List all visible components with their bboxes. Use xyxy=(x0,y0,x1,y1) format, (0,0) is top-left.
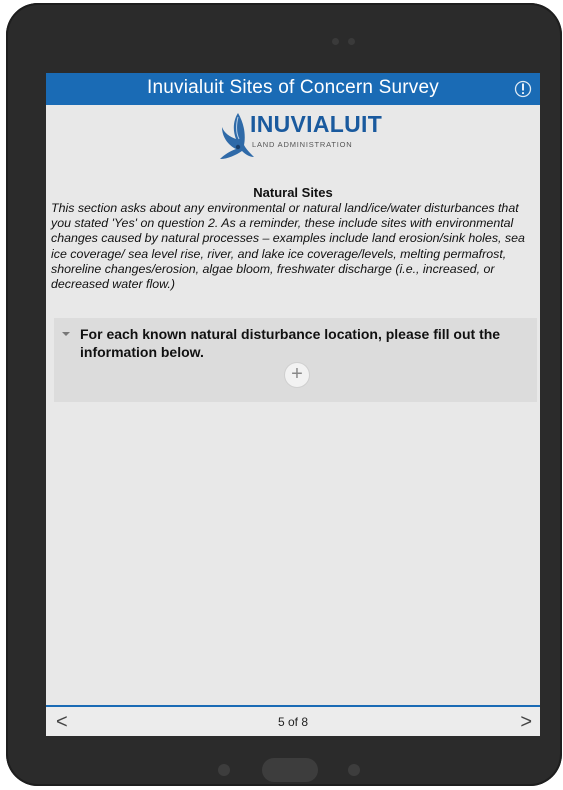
chevron-right-icon: > xyxy=(520,711,532,733)
next-page-button[interactable]: > xyxy=(520,711,532,734)
camera-dot xyxy=(332,38,339,45)
plus-icon: + xyxy=(291,363,303,385)
hardware-recent-button xyxy=(348,764,360,776)
page-indicator: 5 of 8 xyxy=(277,715,309,729)
repeat-group: For each known natural disturbance locat… xyxy=(54,318,537,402)
hardware-back-button xyxy=(218,764,230,776)
caret-down-icon[interactable] xyxy=(62,332,70,336)
hardware-home-button xyxy=(262,758,318,782)
app-title: Inuvialuit Sites of Concern Survey xyxy=(147,77,439,98)
page-navigation: < 5 of 8 > xyxy=(46,705,540,736)
add-record-button[interactable]: + xyxy=(285,363,309,387)
section-description: This section asks about any environmenta… xyxy=(51,201,525,292)
repeat-group-label[interactable]: For each known natural disturbance locat… xyxy=(80,325,535,361)
logo-subtitle: LAND ADMINISTRATION xyxy=(252,140,353,149)
tablet-frame: Inuvialuit Sites of Concern Survey INUVI… xyxy=(6,3,562,786)
alert-icon[interactable] xyxy=(514,80,532,98)
section-title: Natural Sites xyxy=(253,185,333,200)
sensor-dot xyxy=(348,38,355,45)
app-screen: Inuvialuit Sites of Concern Survey INUVI… xyxy=(46,73,540,736)
logo-brand-text: INUVIALUIT xyxy=(250,111,383,137)
title-bar: Inuvialuit Sites of Concern Survey xyxy=(46,73,540,105)
inuvialuit-logo: INUVIALUIT LAND ADMINISTRATION xyxy=(216,109,382,165)
